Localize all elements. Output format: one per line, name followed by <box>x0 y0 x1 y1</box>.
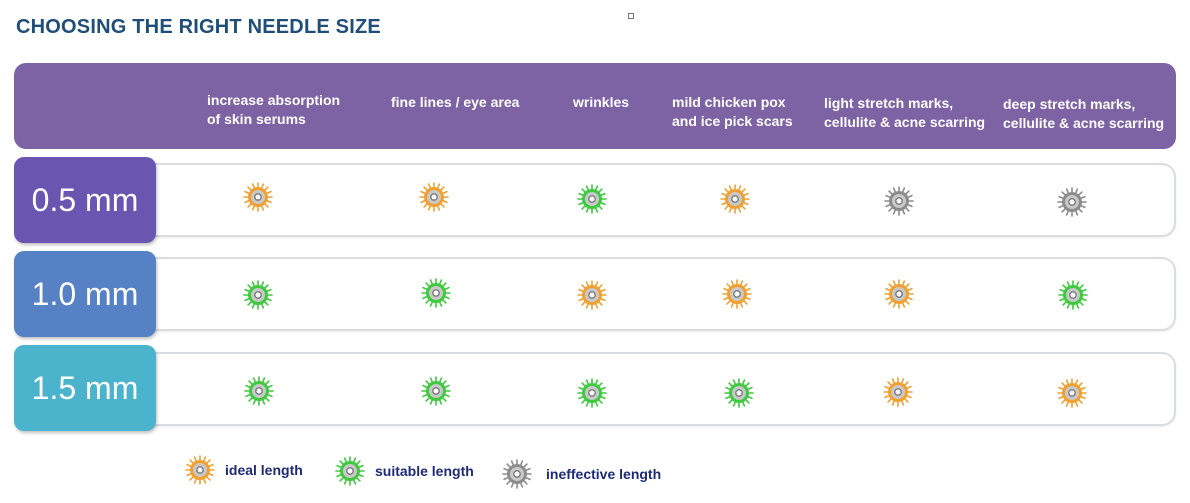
page-title: CHOOSING THE RIGHT NEEDLE SIZE <box>16 16 381 38</box>
ideal-marker-icon <box>577 280 607 310</box>
row-label: 1.0 mm <box>14 251 156 337</box>
ideal-marker-icon <box>722 279 752 309</box>
suitable-marker-icon <box>335 456 365 486</box>
column-label: fine lines / eye area <box>391 94 520 110</box>
row-panel <box>150 257 1176 331</box>
row-label: 0.5 mm <box>14 157 156 243</box>
suitable-marker-icon <box>724 378 754 408</box>
ideal-marker-icon <box>243 182 273 212</box>
suitable-marker-icon <box>577 184 607 214</box>
column-label: light stretch marks, cellulite & acne sc… <box>824 95 986 130</box>
column-label: increase absorption of skin serums <box>207 92 341 127</box>
column-label: wrinkles <box>573 94 630 110</box>
row-label: 1.5 mm <box>14 345 156 431</box>
row-panel <box>150 352 1176 426</box>
ideal-marker-icon <box>419 182 449 212</box>
suitable-marker-icon <box>243 280 273 310</box>
column-label: mild chicken pox and ice pick scars <box>672 94 793 129</box>
legend-item-ineffective: ineffective length <box>502 459 661 489</box>
column-label: deep stretch marks, cellulite & acne sca… <box>1003 96 1165 131</box>
legend-label: suitable length <box>375 463 474 479</box>
ideal-marker-icon <box>884 279 914 309</box>
small-square-icon <box>628 13 634 19</box>
legend-item-suitable: suitable length <box>335 456 474 486</box>
legend-item-ideal: ideal length <box>185 455 303 485</box>
ideal-marker-icon <box>1057 378 1087 408</box>
legend-label: ideal length <box>225 462 303 478</box>
suitable-marker-icon <box>421 376 451 406</box>
suitable-marker-icon <box>244 376 274 406</box>
ineffective-marker-icon <box>884 186 914 216</box>
suitable-marker-icon <box>1058 280 1088 310</box>
suitable-marker-icon <box>421 278 451 308</box>
suitable-marker-icon <box>577 378 607 408</box>
ideal-marker-icon <box>185 455 215 485</box>
ineffective-marker-icon <box>502 459 532 489</box>
ineffective-marker-icon <box>1057 187 1087 217</box>
row-panel <box>150 163 1176 237</box>
ideal-marker-icon <box>720 184 750 214</box>
ideal-marker-icon <box>883 377 913 407</box>
legend-label: ineffective length <box>546 466 662 482</box>
